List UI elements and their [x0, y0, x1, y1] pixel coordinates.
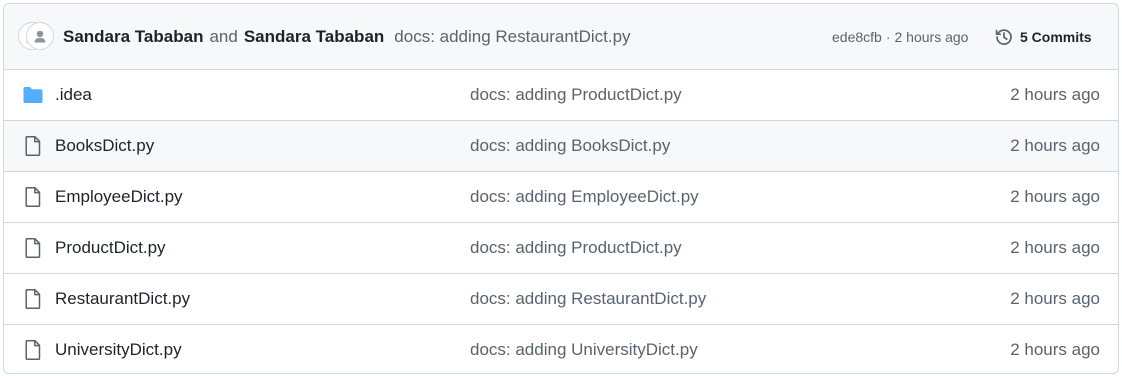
- file-row[interactable]: RestaurantDict.py docs: adding Restaurant…: [4, 274, 1118, 325]
- folder-icon: [22, 84, 44, 106]
- file-icon: [25, 289, 41, 310]
- commit-time: 2 hours ago: [894, 29, 969, 45]
- file-icon: [22, 186, 44, 208]
- author-conjunction: and: [209, 27, 238, 46]
- file-row[interactable]: ProductDict.py docs: adding ProductDict.p…: [4, 223, 1118, 274]
- file-commit-message-link[interactable]: docs: adding UniversityDict.py: [470, 325, 698, 373]
- file-commit-message-link[interactable]: docs: adding ProductDict.py: [470, 223, 682, 273]
- file-row[interactable]: BooksDict.py docs: adding BooksDict.py 2 h…: [4, 121, 1118, 172]
- file-icon: [22, 288, 44, 310]
- file-icon: [22, 237, 44, 259]
- latest-commit-header: Sandara Tababan and Sandara Tababan docs…: [4, 4, 1118, 70]
- commit-author-link[interactable]: Sandara Tababan: [63, 27, 203, 47]
- file-commit-age: 2 hours ago: [1010, 187, 1100, 206]
- file-name-link[interactable]: ProductDict.py: [55, 223, 166, 273]
- file-row[interactable]: .idea docs: adding ProductDict.py 2 hours …: [4, 70, 1118, 121]
- file-commit-age: 2 hours ago: [1010, 238, 1100, 257]
- file-icon: [22, 339, 44, 361]
- history-icon: [995, 29, 1012, 45]
- file-commit-message-link[interactable]: docs: adding RestaurantDict.py: [470, 274, 706, 324]
- file-row[interactable]: EmployeeDict.py docs: adding EmployeeDict…: [4, 172, 1118, 223]
- file-commit-message-link[interactable]: docs: adding EmployeeDict.py: [470, 172, 699, 222]
- file-browser: Sandara Tababan and Sandara Tababan docs…: [3, 3, 1119, 374]
- file-commit-age: 2 hours ago: [1010, 85, 1100, 104]
- meta-separator: ·: [885, 29, 891, 45]
- file-name-link[interactable]: UniversityDict.py: [55, 325, 182, 373]
- commit-meta: ede8cfb · 2 hours ago: [832, 4, 968, 70]
- file-commit-age: 2 hours ago: [1010, 340, 1100, 359]
- file-name-link[interactable]: .idea: [55, 70, 92, 120]
- commit-hash-link[interactable]: ede8cfb: [832, 29, 882, 45]
- folder-icon: [23, 87, 43, 103]
- file-icon: [25, 340, 41, 361]
- avatar-group[interactable]: [18, 22, 58, 52]
- commits-count-label: 5 Commits: [1020, 29, 1092, 45]
- file-commit-message-link[interactable]: docs: adding ProductDict.py: [470, 70, 682, 120]
- file-icon: [25, 187, 41, 208]
- file-commit-message-link[interactable]: docs: adding BooksDict.py: [470, 121, 670, 171]
- file-list: .idea docs: adding ProductDict.py 2 hours …: [4, 70, 1118, 373]
- commits-history-link[interactable]: 5 Commits: [994, 4, 1092, 70]
- file-icon: [25, 136, 41, 157]
- file-commit-age: 2 hours ago: [1010, 136, 1100, 155]
- file-row[interactable]: UniversityDict.py docs: adding University…: [4, 325, 1118, 373]
- file-name-link[interactable]: EmployeeDict.py: [55, 172, 183, 222]
- commit-coauthor-link[interactable]: Sandara Tababan: [244, 27, 384, 47]
- file-name-link[interactable]: RestaurantDict.py: [55, 274, 190, 324]
- file-name-link[interactable]: BooksDict.py: [55, 121, 154, 171]
- file-icon: [25, 238, 41, 259]
- commit-message-link[interactable]: docs: adding RestaurantDict.py: [394, 27, 630, 47]
- file-commit-age: 2 hours ago: [1010, 289, 1100, 308]
- user-icon: [34, 30, 46, 43]
- avatar[interactable]: [26, 22, 54, 50]
- file-icon: [22, 135, 44, 157]
